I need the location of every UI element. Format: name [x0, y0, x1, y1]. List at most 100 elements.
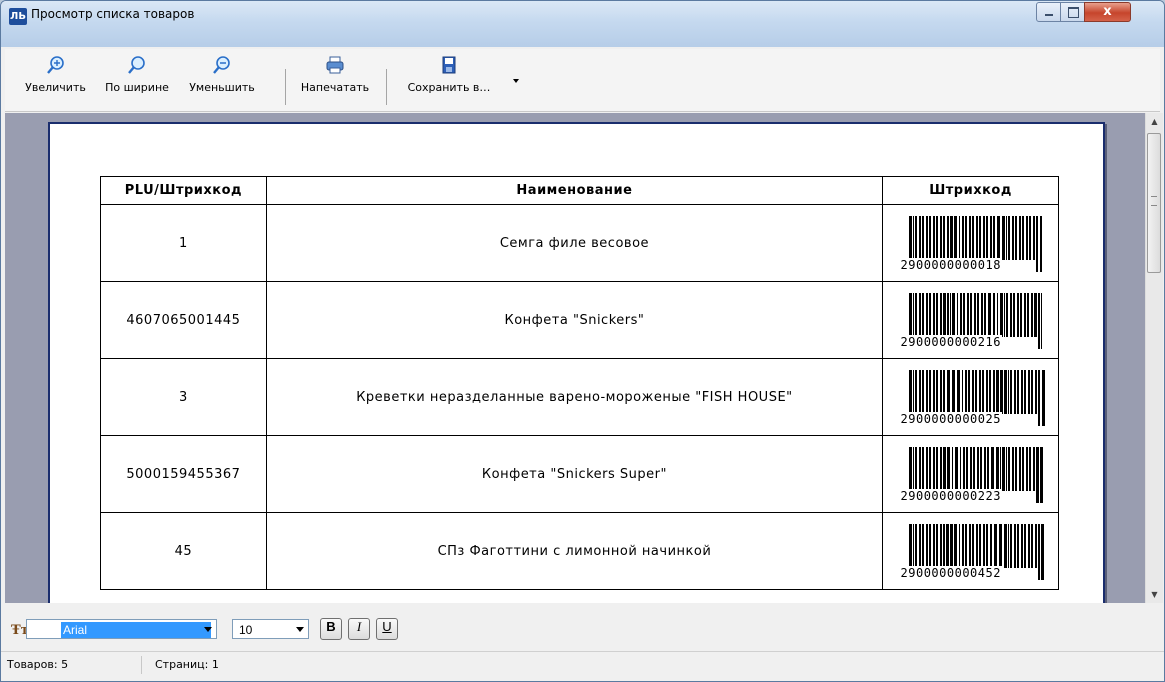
barcode-number: 2900000000223: [899, 489, 1002, 503]
barcode-bar: [980, 293, 983, 337]
minimize-button[interactable]: [1036, 2, 1061, 22]
items-table: PLU/Штрихкод Наименование Штрихкод 1 Сем…: [100, 176, 1059, 590]
barcode-bar: [967, 370, 970, 414]
barcode-bar: [1019, 293, 1022, 337]
barcode-bar: [918, 293, 921, 337]
status-separator: [141, 656, 142, 674]
barcode-bar: [1030, 293, 1033, 337]
scrollbar-grip-icon: [1151, 196, 1157, 206]
barcode-bar: [1003, 370, 1007, 414]
barcode-bar: [1001, 216, 1005, 260]
barcode-bar: [1039, 216, 1042, 272]
column-header-plu: PLU/Штрихкод: [100, 176, 267, 205]
barcode-bar: [1009, 293, 1012, 337]
barcode-bar: [925, 447, 928, 491]
zoom-out-label: Уменьшить: [189, 81, 255, 94]
barcode-bar: [1016, 524, 1019, 568]
barcode-bar: [1018, 447, 1021, 491]
barcode-bar: [1039, 447, 1043, 503]
barcode-bar: [1041, 370, 1045, 426]
cell-name: Креветки неразделанные варено-мороженые …: [265, 358, 884, 436]
barcode-bar: [914, 216, 917, 260]
barcode-bar: [979, 447, 982, 491]
barcode-bar: [918, 216, 921, 260]
cell-barcode: 2900000000025: [882, 358, 1059, 436]
barcode-bar: [995, 447, 999, 491]
zoom-out-button[interactable]: Уменьшить: [167, 55, 277, 103]
font-size-select[interactable]: 10: [232, 619, 309, 639]
barcode-bar: [983, 293, 986, 337]
barcode-bar: [1040, 524, 1044, 580]
underline-button[interactable]: U: [376, 618, 398, 640]
barcode-bar: [992, 293, 995, 337]
barcode-bar: [1021, 447, 1024, 491]
font-name-value: Arial: [61, 622, 211, 638]
barcode-bar: [992, 216, 995, 260]
barcode-bar: [961, 524, 964, 568]
barcode-bar: [914, 447, 917, 491]
barcode-bar: [978, 216, 981, 260]
barcode-bar: [1007, 216, 1010, 260]
barcode-bar: [1007, 447, 1010, 491]
barcode-bar: [962, 293, 965, 337]
barcode-bar: [946, 370, 950, 414]
magnifier-icon: [128, 56, 145, 74]
barcode-bar: [1003, 524, 1007, 568]
table-row: 5000159455367 Конфета "Snickers Super" 2…: [100, 435, 1059, 513]
close-button[interactable]: x: [1084, 2, 1131, 22]
vertical-scrollbar[interactable]: ▲ ▼: [1145, 113, 1163, 603]
barcode-bar: [999, 293, 1003, 337]
format-bar: Ŧт Arial 10 B I U: [5, 605, 1160, 647]
bold-button[interactable]: B: [320, 618, 342, 640]
barcode-bar: [1018, 216, 1021, 260]
barcode-bar: [1012, 293, 1015, 337]
italic-button[interactable]: I: [348, 618, 370, 640]
barcode-bar: [996, 216, 1000, 260]
barcode-bar: [961, 370, 963, 414]
table-header-row: PLU/Штрихкод Наименование Штрихкод: [100, 176, 1059, 205]
barcode-bar: [925, 524, 928, 568]
barcode-number: 2900000000452: [899, 566, 1002, 580]
barcode-bar: [921, 524, 924, 568]
scrollbar-thumb[interactable]: [1147, 133, 1161, 273]
barcode-bar: [978, 370, 981, 414]
maximize-button[interactable]: [1060, 2, 1085, 22]
font-name-select[interactable]: Arial: [26, 619, 217, 639]
barcode-bar: [932, 370, 935, 414]
barcode-bar: [1032, 447, 1035, 491]
barcode-bar: [939, 524, 942, 568]
barcode-bar: [932, 216, 935, 260]
barcode-bar: [1037, 524, 1040, 580]
print-button[interactable]: Напечатать: [290, 55, 380, 103]
barcode-bar: [1033, 293, 1037, 337]
barcode-bar: [1023, 524, 1026, 568]
cell-plu: 5000159455367: [100, 435, 267, 513]
toolbar: Увеличить По ширине Уменьшить Напечатать…: [5, 49, 1160, 112]
barcode-bar: [990, 447, 994, 491]
cell-name: Конфета "Snickers": [265, 281, 884, 359]
scroll-up-arrow-icon[interactable]: ▲: [1146, 113, 1163, 130]
cell-name: Конфета "Snickers Super": [265, 435, 884, 513]
barcode-bar: [928, 370, 931, 414]
barcode-bar: [1023, 370, 1026, 414]
scroll-down-arrow-icon[interactable]: ▼: [1146, 586, 1163, 603]
barcode-bar: [961, 216, 964, 260]
barcode-bar: [993, 524, 997, 568]
barcode-bar: [1032, 216, 1035, 260]
barcode-bar: [951, 293, 955, 337]
table-row: 1 Семга филе весовое 2900000000018: [100, 204, 1059, 282]
save-as-dropdown-arrow-icon[interactable]: [513, 79, 519, 83]
barcode-bar: [983, 447, 986, 491]
barcode-bar: [1016, 370, 1019, 414]
barcode-bar: [985, 524, 988, 568]
barcode-bar: [1025, 447, 1028, 491]
items-count: Товаров: 5: [7, 658, 69, 671]
barcode-bar: [914, 293, 917, 337]
barcode-image: 2900000000018: [895, 214, 1047, 272]
preview-viewport[interactable]: PLU/Штрихкод Наименование Штрихкод 1 Сем…: [5, 113, 1145, 603]
app-icon: ЛЬ: [9, 8, 27, 25]
barcode-bar: [921, 216, 924, 260]
barcode-bar: [985, 370, 988, 414]
save-as-button[interactable]: Сохранить в…: [393, 55, 505, 103]
cell-name: Семга филе весовое: [265, 204, 884, 282]
